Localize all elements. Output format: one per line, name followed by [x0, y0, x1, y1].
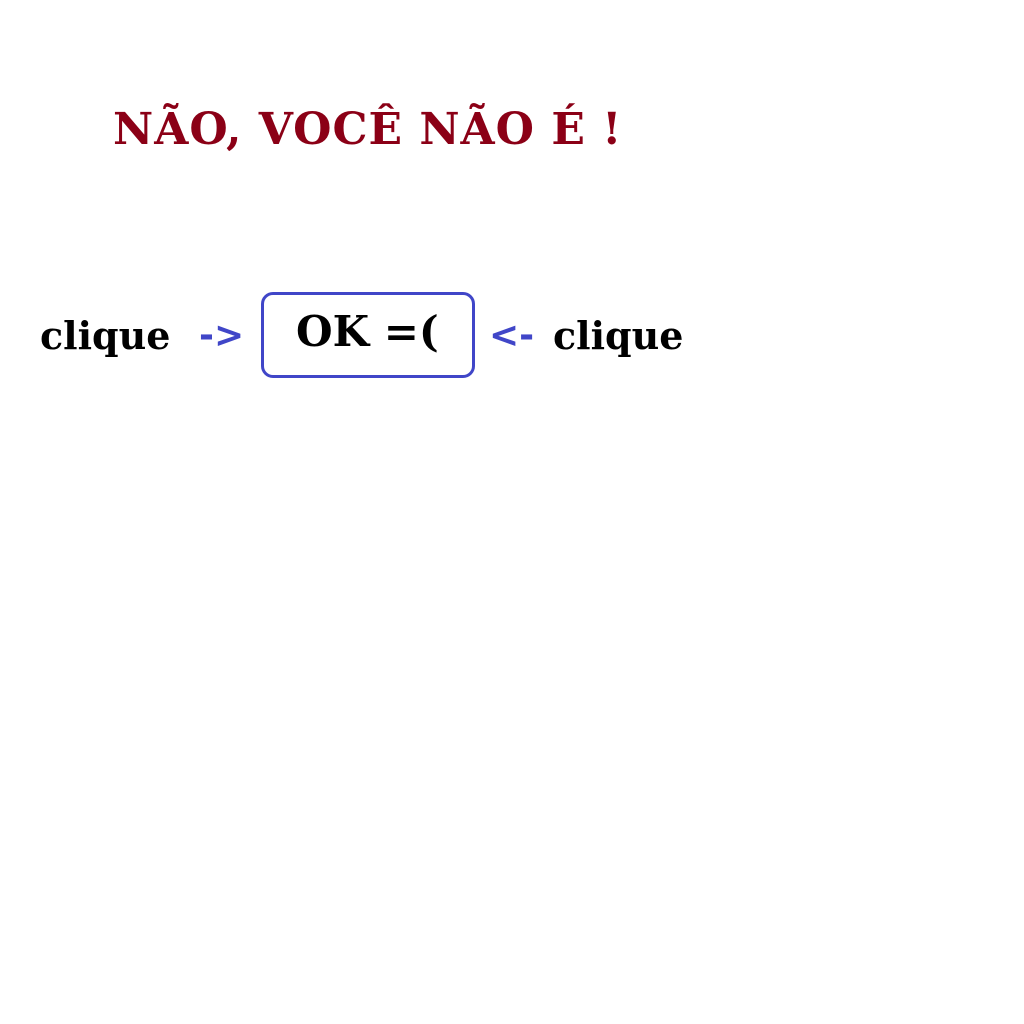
page-title: NÃO, VOCÊ NÃO É ! — [113, 104, 623, 155]
arrow-right-icon: -> — [199, 315, 245, 356]
clique-label-right: clique — [553, 313, 684, 358]
arrow-left-icon: <- — [489, 315, 535, 356]
clique-label-left: clique — [40, 313, 171, 358]
ok-button-label: OK =( — [296, 307, 439, 356]
ok-button[interactable]: OK =( — [261, 292, 475, 378]
